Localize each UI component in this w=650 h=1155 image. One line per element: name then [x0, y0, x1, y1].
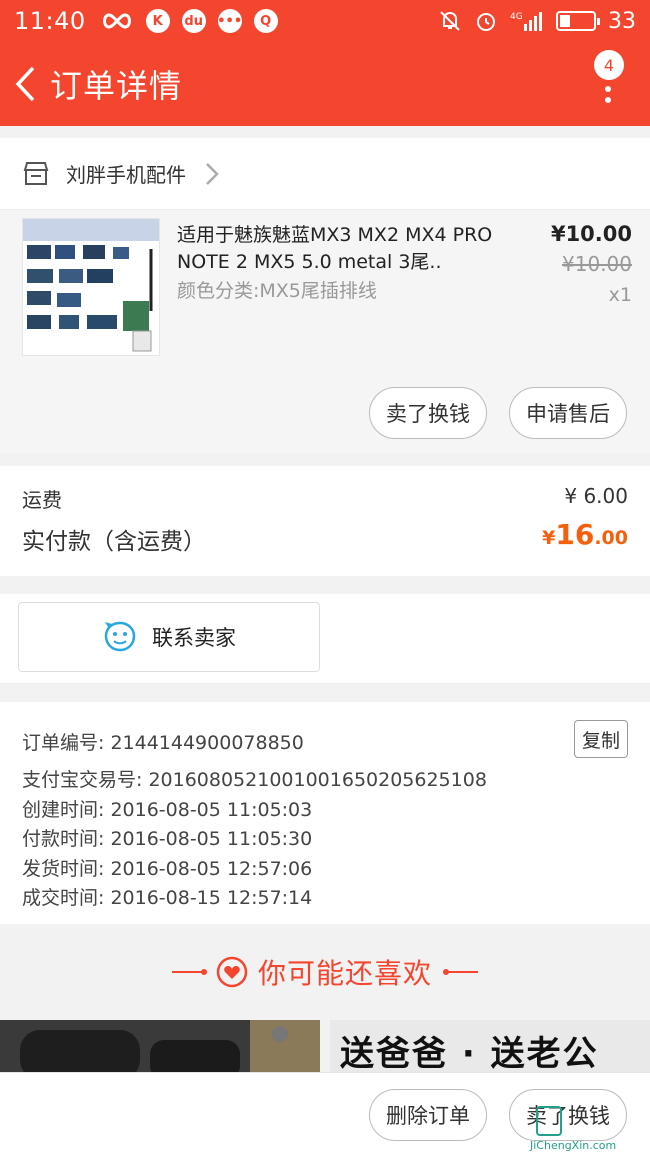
- k-app-icon: K: [145, 9, 170, 33]
- product-thumbnail[interactable]: [22, 218, 160, 356]
- recommend-card-2[interactable]: 送爸爸 · 送老公: [330, 1020, 650, 1072]
- chat-bubble-icon: [104, 621, 136, 652]
- created-time: 创建时间: 2016-08-05 11:05:03: [22, 799, 313, 821]
- status-right: 4G 33: [438, 9, 636, 34]
- shop-icon: [23, 161, 49, 185]
- product-image: [0, 1020, 320, 1072]
- paid-currency: ¥: [542, 527, 556, 549]
- recommend-card-1[interactable]: [0, 1020, 320, 1072]
- shop-name: 刘胖手机配件: [66, 163, 186, 187]
- contact-seller-button[interactable]: 联系卖家: [18, 602, 320, 672]
- paid-amount: ¥16.00: [542, 518, 628, 551]
- contact-seller-label: 联系卖家: [152, 626, 236, 650]
- shipped-time: 发货时间: 2016-08-05 12:57:06: [22, 858, 313, 880]
- product-original-price: ¥10.00: [562, 252, 632, 276]
- mute-bell-icon: [440, 11, 460, 31]
- recommend-card-2-text: 送爸爸 · 送老公: [340, 1034, 599, 1072]
- infinity-icon: [102, 13, 131, 29]
- order-item[interactable]: 适用于魅族魅蓝MX3 MX2 MX4 PRO NOTE 2 MX5 5.0 me…: [0, 210, 650, 453]
- heart-circle-icon: [216, 956, 248, 988]
- chevron-left-icon: [15, 66, 35, 102]
- battery-level: 33: [608, 8, 636, 34]
- left-arrow-decoration-icon: [171, 969, 207, 975]
- product-title: 适用于魅族魅蓝MX3 MX2 MX4 PRO NOTE 2 MX5 5.0 me…: [177, 224, 493, 273]
- order-number: 订单编号: 2144144900078850: [22, 732, 304, 754]
- alarm-icon: [477, 13, 495, 31]
- product-quantity: x1: [608, 284, 632, 306]
- product-price: ¥10.00: [550, 222, 632, 246]
- paid-label: 实付款（含运费）: [22, 529, 206, 555]
- shipping-value: ¥ 6.00: [564, 484, 628, 508]
- shop-row[interactable]: 刘胖手机配件: [0, 138, 650, 210]
- recommend-header: 你可能还喜欢: [0, 924, 650, 1020]
- contact-section: 联系卖家: [0, 594, 650, 684]
- notification-badge: 4: [594, 50, 624, 80]
- right-arrow-decoration-icon: [443, 969, 478, 975]
- chat-icon: •••: [217, 9, 242, 33]
- q-app-icon: Q: [253, 9, 278, 33]
- product-sku: 颜色分类:MX5尾插排线: [177, 280, 377, 302]
- chevron-right-icon: [206, 162, 219, 185]
- watermark-logo-icon: [536, 1106, 562, 1136]
- paid-decimal: .00: [594, 527, 628, 549]
- sell-exchange-button[interactable]: 卖了换钱: [369, 387, 487, 439]
- signal-icon: 4G: [510, 12, 542, 31]
- more-menu-button[interactable]: 4: [594, 50, 624, 120]
- back-button[interactable]: [0, 42, 50, 126]
- alipay-trade-number: 支付宝交易号: 2016080521001001650205625108: [22, 769, 487, 791]
- after-sale-button[interactable]: 申请售后: [509, 387, 627, 439]
- status-time: 11:40: [14, 7, 86, 35]
- paid-time: 付款时间: 2016-08-05 11:05:30: [22, 828, 313, 850]
- shipping-label: 运费: [22, 488, 62, 512]
- order-info: 订单编号: 2144144900078850 支付宝交易号: 201608052…: [0, 702, 650, 924]
- recommend-title: 你可能还喜欢: [257, 957, 432, 990]
- fee-summary: 运费 ¥ 6.00 实付款（含运费） ¥16.00: [0, 466, 650, 576]
- completed-time: 成交时间: 2016-08-15 12:57:14: [22, 887, 313, 909]
- copy-order-number-button[interactable]: 复制: [574, 720, 628, 758]
- title-bar: 订单详情 4: [0, 42, 650, 126]
- delete-order-button[interactable]: 删除订单: [369, 1089, 487, 1141]
- watermark-url: JiChengXin.com: [530, 1139, 617, 1152]
- svg-text:4G: 4G: [510, 12, 523, 22]
- battery-icon: [556, 11, 600, 31]
- paid-int: 16: [555, 518, 595, 551]
- more-dots-icon: [605, 86, 611, 108]
- status-bar: 11:40 K du ••• Q 4G 33: [0, 0, 650, 42]
- baidu-paw-icon: du: [181, 9, 206, 33]
- status-notification-icons: K du ••• Q: [100, 9, 278, 33]
- watermark: JiChengXin.com: [530, 1104, 646, 1154]
- page-title: 订单详情: [50, 67, 183, 105]
